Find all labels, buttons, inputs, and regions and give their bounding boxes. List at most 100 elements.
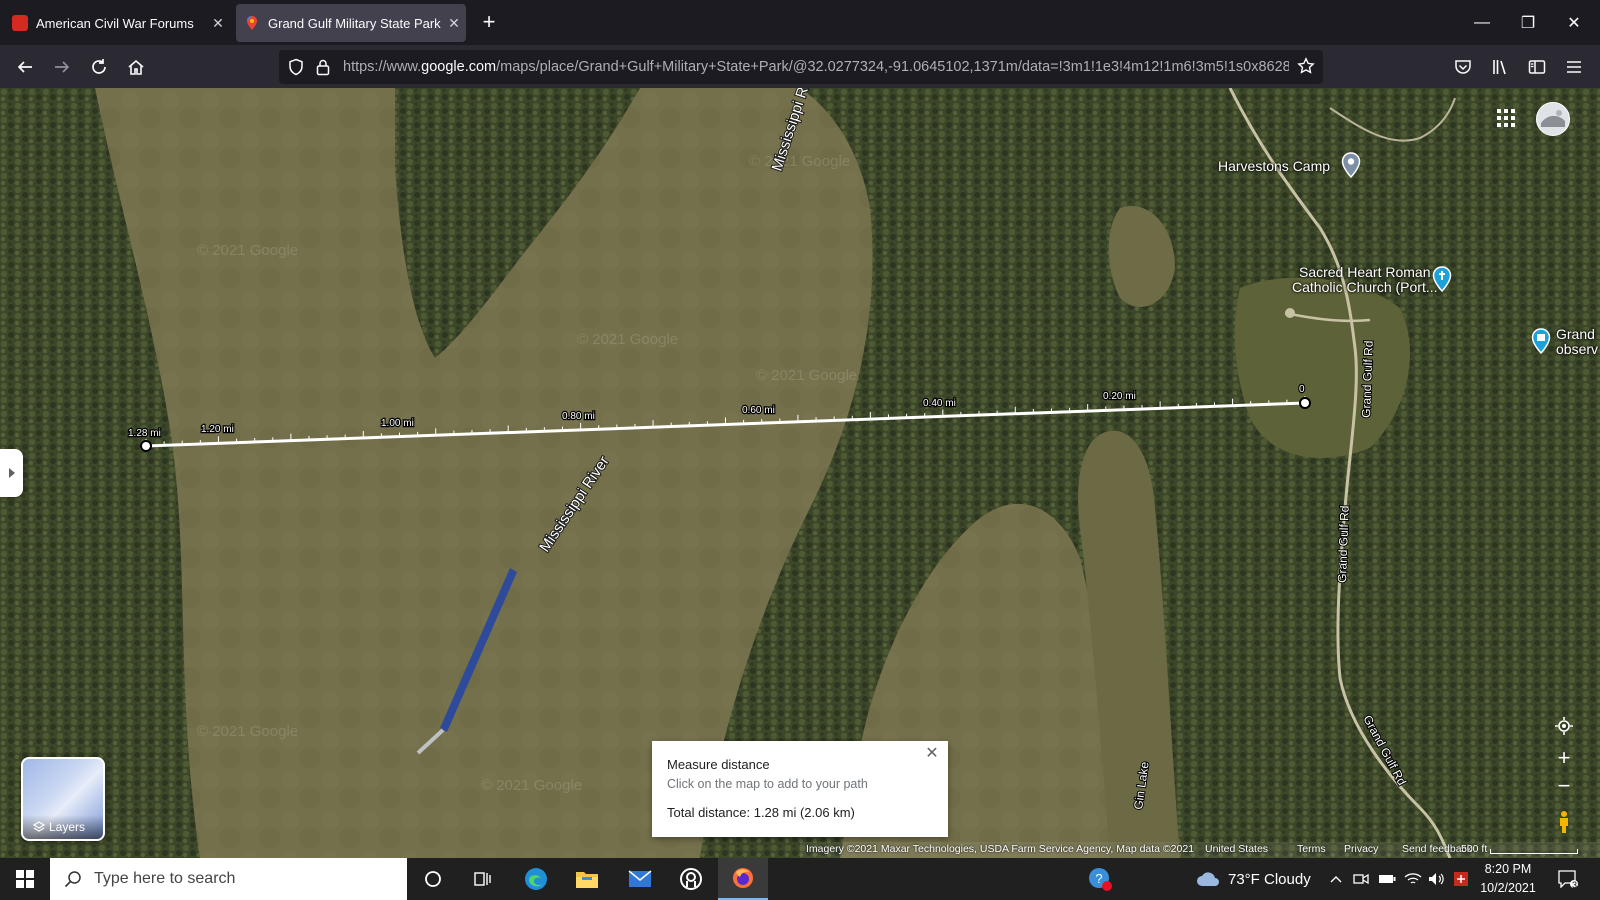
tab-grand-gulf[interactable]: Grand Gulf Military State Park - ✕ [236,4,466,42]
scale-label[interactable]: 500 ft [1461,843,1487,855]
country-link[interactable]: United States [1205,843,1268,855]
close-tab-icon[interactable]: ✕ [442,15,466,32]
road-label-grand-gulf: Grand Gulf Rd [1335,505,1352,583]
close-measure-icon[interactable]: ✕ [922,744,942,764]
forum-favicon-icon [12,15,28,31]
layers-label-row: Layers [23,815,103,839]
lock-icon[interactable] [315,58,331,81]
google-watermark: © 2021 Google [577,331,678,348]
firefox-taskbar-icon[interactable] [718,858,768,900]
show-hidden-icons-chevron-up-icon[interactable] [1322,863,1350,895]
close-window-icon[interactable]: ✕ [1551,0,1597,45]
taskbar-search-box[interactable]: Type here to search [50,858,407,900]
measure-title: Measure distance [667,757,770,772]
grand-line2: observ [1556,341,1599,357]
measure-tick-label: 0.20 mi [1103,391,1136,402]
chevron-right-icon [8,468,15,478]
account-avatar[interactable] [1536,102,1570,136]
tab-title: American Civil War Forums [36,15,194,31]
battery-icon[interactable] [1374,863,1400,895]
zoom-out-button[interactable]: − [1550,772,1578,800]
maps-pin-favicon-icon [244,15,260,31]
google-watermark: © 2021 Google [197,723,298,740]
measure-tick-label: 0 [1299,384,1305,395]
google-apps-grid-icon[interactable] [1496,108,1516,133]
cortana-icon[interactable] [413,863,453,895]
meet-now-camera-icon[interactable] [1348,863,1374,895]
restore-window-icon[interactable]: ❐ [1505,0,1551,45]
address-bar[interactable]: https://www.google.com/maps/place/Grand+… [279,50,1323,84]
place-label-sacred-heart-church[interactable]: Sacred Heart Roman Catholic Church (Port… [1292,265,1438,295]
search-placeholder: Type here to search [94,870,236,887]
tab-title: Grand Gulf Military State Park - [268,15,442,31]
scale-bar [1490,849,1578,854]
clock-time: 8:20 PM [1484,862,1532,876]
weather-widget[interactable]: 73°F Cloudy [1196,858,1311,900]
google-watermark: © 2021 Google [481,777,582,794]
layers-icon [33,821,45,832]
imagery-attribution: Imagery ©2021 Maxar Technologies, USDA F… [806,843,1195,855]
system-clock[interactable]: 8:20 PM 10/2/2021 [1473,860,1543,898]
my-location-icon[interactable] [1550,712,1578,740]
clock-date: 10/2/2021 [1480,881,1536,895]
layers-button[interactable]: Layers [21,757,105,841]
mail-icon[interactable] [620,863,660,895]
tab-civil-war-forums[interactable]: American Civil War Forums ✕ [4,4,230,42]
tab-bar: American Civil War Forums ✕ Grand Gulf M… [0,0,1600,45]
steam-like-app-icon[interactable] [671,863,711,895]
privacy-link[interactable]: Privacy [1344,843,1378,855]
new-tab-button[interactable]: + [474,8,504,38]
terms-link[interactable]: Terms [1297,843,1326,855]
museum-pin-icon[interactable] [1531,328,1551,359]
wifi-icon[interactable] [1400,863,1426,895]
measure-start-point[interactable] [140,440,152,452]
google-watermark: © 2021 Google [749,153,850,170]
pegman-street-view-icon[interactable] [1550,808,1578,836]
bookmark-star-icon[interactable] [1297,57,1315,80]
measure-tick-label: 1.20 mi [201,424,234,435]
measure-tick-label: 1.28 mi [128,428,161,439]
satellite-map[interactable]: © 2021 Google © 2021 Google © 2021 Googl… [0,88,1600,858]
place-label-grand-gulf-observatory[interactable]: Grand observ [1556,327,1598,357]
minimize-window-icon[interactable]: — [1459,0,1505,45]
grand-line1: Grand [1556,326,1595,342]
action-center-notification-icon[interactable]: 3 [1548,863,1588,895]
notification-count-badge: 3 [1572,880,1578,890]
help-notification-icon[interactable]: ? [1080,863,1120,895]
reload-icon[interactable] [83,51,115,83]
volume-icon[interactable] [1424,863,1450,895]
measure-tick-label: 0.80 mi [562,411,595,422]
measure-tick-label: 1.00 mi [381,418,414,429]
menu-hamburger-icon[interactable] [1558,51,1590,83]
library-icon[interactable] [1484,51,1516,83]
church-name-line2: Catholic Church (Port... [1292,279,1438,295]
windows-start-icon[interactable] [5,863,45,895]
svg-text:?: ? [1095,871,1102,886]
file-explorer-icon[interactable] [567,863,607,895]
close-tab-icon[interactable]: ✕ [206,15,230,32]
task-view-icon[interactable] [463,863,503,895]
measure-subtitle: Click on the map to add to your path [667,777,868,791]
pocket-icon[interactable] [1447,51,1479,83]
home-icon[interactable] [120,51,152,83]
church-pin-icon[interactable] [1432,266,1452,297]
zoom-in-button[interactable]: + [1550,744,1578,772]
cloudy-weather-icon [1197,872,1219,886]
tracking-shield-icon[interactable] [287,58,305,81]
back-arrow-icon[interactable] [9,51,41,83]
forward-arrow-icon[interactable] [46,51,78,83]
location-pin-icon[interactable] [1341,152,1361,183]
google-watermark: © 2021 Google [197,242,298,259]
search-icon [64,871,81,888]
url-text[interactable]: https://www.google.com/maps/place/Grand+… [343,59,1289,75]
sidebar-toggle-icon[interactable] [1521,51,1553,83]
expand-side-panel-button[interactable] [0,449,23,497]
measure-total: Total distance: 1.28 mi (2.06 km) [667,805,855,820]
layers-label: Layers [49,820,86,834]
road-label-grand-gulf: Grand Gulf Rd [1359,340,1376,418]
measure-tick-label: 0.60 mi [742,405,775,416]
measure-end-point[interactable] [1299,397,1311,409]
edge-browser-icon[interactable] [516,863,556,895]
app-tray-icon[interactable] [1448,863,1474,895]
place-label-harvestons-camp[interactable]: Harvestons Camp [1218,158,1330,174]
